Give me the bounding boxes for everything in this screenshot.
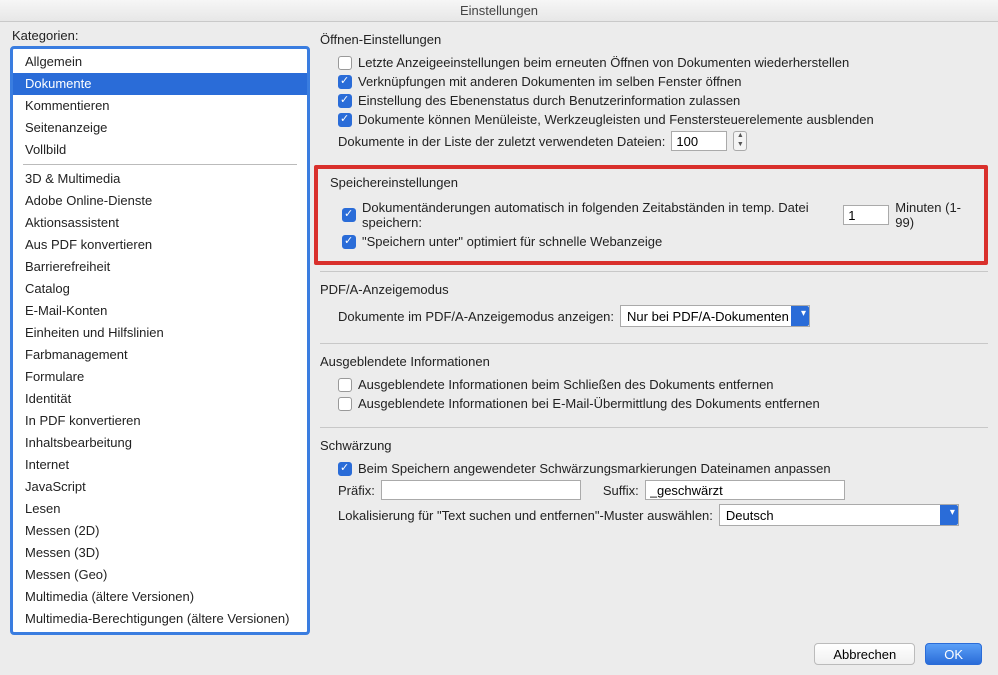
group-redaction: Schwärzung Beim Speichern angewendeter S… bbox=[320, 434, 988, 536]
sidebar-separator bbox=[23, 164, 297, 165]
cb-label: Dokumentänderungen automatisch in folgen… bbox=[362, 200, 837, 230]
sidebar-item-barrierefreiheit[interactable]: Barrierefreiheit bbox=[13, 256, 307, 278]
categories-label: Kategorien: bbox=[10, 28, 310, 43]
group-title-open: Öffnen-Einstellungen bbox=[320, 32, 988, 47]
cb-autosave[interactable] bbox=[342, 208, 356, 222]
sidebar-item-aktionsassistent[interactable]: Aktionsassistent bbox=[13, 212, 307, 234]
pdfa-mode-label: Dokumente im PDF/A-Anzeigemodus anzeigen… bbox=[338, 309, 614, 324]
sidebar-item-vollbild[interactable]: Vollbild bbox=[13, 139, 307, 161]
divider bbox=[320, 427, 988, 428]
cancel-button[interactable]: Abbrechen bbox=[814, 643, 915, 665]
cb-optimize-fast-web[interactable] bbox=[342, 235, 356, 249]
sidebar-item-multimedia-ltere-versionen-[interactable]: Multimedia (ältere Versionen) bbox=[13, 586, 307, 608]
pdfa-mode-select[interactable]: Nur bei PDF/A-Dokumenten bbox=[620, 305, 810, 327]
window-title: Einstellungen bbox=[460, 3, 538, 18]
sidebar-item-formulare[interactable]: Formulare bbox=[13, 366, 307, 388]
sidebar-item-allgemein[interactable]: Allgemein bbox=[13, 51, 307, 73]
suffix-label: Suffix: bbox=[603, 483, 639, 498]
sidebar-item-inhaltsbearbeitung[interactable]: Inhaltsbearbeitung bbox=[13, 432, 307, 454]
group-save-highlight: Speichereinstellungen Dokumentänderungen… bbox=[314, 165, 988, 265]
ok-button[interactable]: OK bbox=[925, 643, 982, 665]
cb-label: Ausgeblendete Informationen bei E-Mail-Ü… bbox=[358, 396, 820, 411]
sidebar-item-multimedia-berechtigungen-ltere-versionen-[interactable]: Multimedia-Berechtigungen (ältere Versio… bbox=[13, 608, 307, 630]
group-title-save: Speichereinstellungen bbox=[330, 175, 974, 190]
cb-allow-layer-state[interactable] bbox=[338, 94, 352, 108]
recent-docs-stepper[interactable]: ▲▼ bbox=[733, 131, 747, 151]
sidebar-item-aus-pdf-konvertieren[interactable]: Aus PDF konvertieren bbox=[13, 234, 307, 256]
cb-label: Verknüpfungen mit anderen Dokumenten im … bbox=[358, 74, 742, 89]
sidebar-item-farbmanagement[interactable]: Farbmanagement bbox=[13, 344, 307, 366]
group-open: Öffnen-Einstellungen Letzte Anzeigeeinst… bbox=[320, 28, 988, 161]
categories-list[interactable]: AllgemeinDokumenteKommentierenSeitenanze… bbox=[10, 46, 310, 635]
cb-label: Ausgeblendete Informationen beim Schließ… bbox=[358, 377, 774, 392]
cb-remove-hidden-on-close[interactable] bbox=[338, 378, 352, 392]
sidebar-item-javascript[interactable]: JavaScript bbox=[13, 476, 307, 498]
divider bbox=[320, 343, 988, 344]
prefix-input[interactable] bbox=[381, 480, 581, 500]
window-titlebar: Einstellungen bbox=[0, 0, 998, 22]
cb-allow-hide-menubars[interactable] bbox=[338, 113, 352, 127]
cb-remove-hidden-on-email[interactable] bbox=[338, 397, 352, 411]
sidebar-item-dokumente[interactable]: Dokumente bbox=[13, 73, 307, 95]
suffix-input[interactable] bbox=[645, 480, 845, 500]
autosave-interval-input[interactable] bbox=[843, 205, 889, 225]
recent-docs-input[interactable] bbox=[671, 131, 727, 151]
prefix-label: Präfix: bbox=[338, 483, 375, 498]
sidebar-item-e-mail-konten[interactable]: E-Mail-Konten bbox=[13, 300, 307, 322]
group-title-redaction: Schwärzung bbox=[320, 438, 988, 453]
sidebar-item-3d-multimedia[interactable]: 3D & Multimedia bbox=[13, 168, 307, 190]
sidebar-item-messen-2d-[interactable]: Messen (2D) bbox=[13, 520, 307, 542]
redaction-locale-select[interactable]: Deutsch bbox=[719, 504, 959, 526]
sidebar-item-kommentieren[interactable]: Kommentieren bbox=[13, 95, 307, 117]
redaction-locale-label: Lokalisierung für "Text suchen und entfe… bbox=[338, 508, 713, 523]
sidebar-item-lesen[interactable]: Lesen bbox=[13, 498, 307, 520]
divider bbox=[320, 271, 988, 272]
sidebar-item-internet[interactable]: Internet bbox=[13, 454, 307, 476]
group-title-pdfa: PDF/A-Anzeigemodus bbox=[320, 282, 988, 297]
sidebar-item-messen-geo-[interactable]: Messen (Geo) bbox=[13, 564, 307, 586]
cb-label: Einstellung des Ebenenstatus durch Benut… bbox=[358, 93, 740, 108]
dialog-footer: Abbrechen OK bbox=[0, 635, 998, 675]
sidebar-item-adobe-online-dienste[interactable]: Adobe Online-Dienste bbox=[13, 190, 307, 212]
cb-open-links-same-window[interactable] bbox=[338, 75, 352, 89]
sidebar-item-einheiten-und-hilfslinien[interactable]: Einheiten und Hilfslinien bbox=[13, 322, 307, 344]
cb-restore-last-view[interactable] bbox=[338, 56, 352, 70]
autosave-interval-suffix: Minuten (1-99) bbox=[895, 200, 974, 230]
sidebar-item-messen-3d-[interactable]: Messen (3D) bbox=[13, 542, 307, 564]
sidebar-item-identit-t[interactable]: Identität bbox=[13, 388, 307, 410]
sidebar-item-in-pdf-konvertieren[interactable]: In PDF konvertieren bbox=[13, 410, 307, 432]
cb-label: Letzte Anzeigeeinstellungen beim erneute… bbox=[358, 55, 849, 70]
cb-adjust-filename-on-redact[interactable] bbox=[338, 462, 352, 476]
cb-label: Dokumente können Menüleiste, Werkzeuglei… bbox=[358, 112, 874, 127]
sidebar-item-seitenanzeige[interactable]: Seitenanzeige bbox=[13, 117, 307, 139]
sidebar-item-catalog[interactable]: Catalog bbox=[13, 278, 307, 300]
group-hidden: Ausgeblendete Informationen Ausgeblendet… bbox=[320, 350, 988, 421]
cb-label: "Speichern unter" optimiert für schnelle… bbox=[362, 234, 662, 249]
recent-docs-label: Dokumente in der Liste der zuletzt verwe… bbox=[338, 134, 665, 149]
cb-label: Beim Speichern angewendeter Schwärzungsm… bbox=[358, 461, 831, 476]
group-pdfa: PDF/A-Anzeigemodus Dokumente im PDF/A-An… bbox=[320, 278, 988, 337]
group-title-hidden: Ausgeblendete Informationen bbox=[320, 354, 988, 369]
